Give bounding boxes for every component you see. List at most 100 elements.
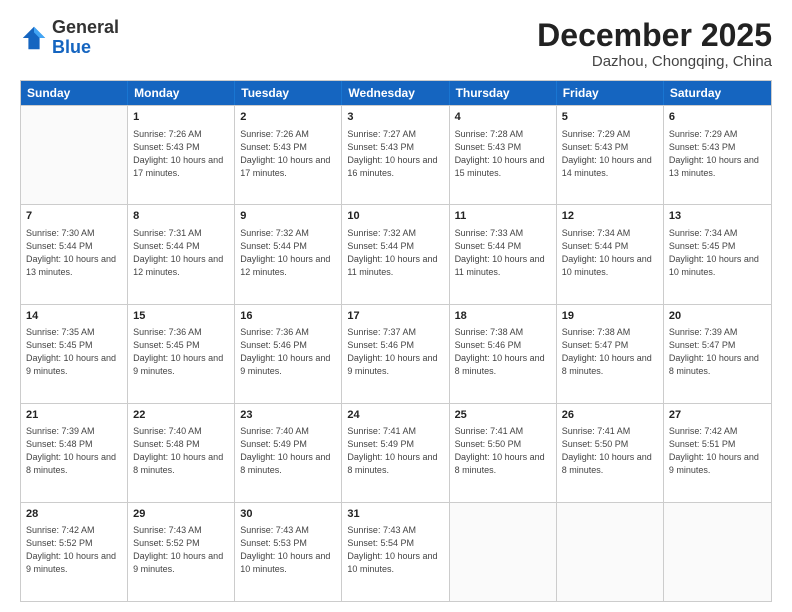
calendar-cell: 9 Sunrise: 7:32 AMSunset: 5:44 PMDaylight… xyxy=(235,205,342,303)
day-info: Sunrise: 7:39 AMSunset: 5:47 PMDaylight:… xyxy=(669,326,766,378)
day-info: Sunrise: 7:37 AMSunset: 5:46 PMDaylight:… xyxy=(347,326,443,378)
calendar-cell: 27 Sunrise: 7:42 AMSunset: 5:51 PMDayligh… xyxy=(664,404,771,502)
calendar-cell: 26 Sunrise: 7:41 AMSunset: 5:50 PMDayligh… xyxy=(557,404,664,502)
day-info: Sunrise: 7:36 AMSunset: 5:45 PMDaylight:… xyxy=(133,326,229,378)
calendar-row: 28 Sunrise: 7:42 AMSunset: 5:52 PMDayligh… xyxy=(21,502,771,601)
day-info: Sunrise: 7:38 AMSunset: 5:46 PMDaylight:… xyxy=(455,326,551,378)
title-block: December 2025 Dazhou, Chongqing, China xyxy=(537,18,772,70)
day-number: 11 xyxy=(455,209,551,224)
calendar-cell: 31 Sunrise: 7:43 AMSunset: 5:54 PMDayligh… xyxy=(342,503,449,601)
calendar-cell: 14 Sunrise: 7:35 AMSunset: 5:45 PMDayligh… xyxy=(21,305,128,403)
day-info: Sunrise: 7:34 AMSunset: 5:45 PMDaylight:… xyxy=(669,227,766,279)
day-number: 26 xyxy=(562,408,658,423)
calendar: SundayMondayTuesdayWednesdayThursdayFrid… xyxy=(20,80,772,602)
day-number: 23 xyxy=(240,408,336,423)
day-info: Sunrise: 7:40 AMSunset: 5:49 PMDaylight:… xyxy=(240,425,336,477)
calendar-cell: 5 Sunrise: 7:29 AMSunset: 5:43 PMDaylight… xyxy=(557,106,664,204)
calendar-cell xyxy=(21,106,128,204)
calendar-row: 14 Sunrise: 7:35 AMSunset: 5:45 PMDayligh… xyxy=(21,304,771,403)
day-number: 13 xyxy=(669,209,766,224)
day-number: 1 xyxy=(133,110,229,125)
day-info: Sunrise: 7:42 AMSunset: 5:51 PMDaylight:… xyxy=(669,425,766,477)
calendar-cell: 22 Sunrise: 7:40 AMSunset: 5:48 PMDayligh… xyxy=(128,404,235,502)
day-info: Sunrise: 7:43 AMSunset: 5:53 PMDaylight:… xyxy=(240,524,336,576)
day-info: Sunrise: 7:42 AMSunset: 5:52 PMDaylight:… xyxy=(26,524,122,576)
logo: General Blue xyxy=(20,18,119,58)
day-info: Sunrise: 7:43 AMSunset: 5:52 PMDaylight:… xyxy=(133,524,229,576)
day-number: 9 xyxy=(240,209,336,224)
day-number: 17 xyxy=(347,309,443,324)
day-number: 21 xyxy=(26,408,122,423)
location: Dazhou, Chongqing, China xyxy=(537,53,772,70)
calendar-cell xyxy=(557,503,664,601)
calendar-cell: 25 Sunrise: 7:41 AMSunset: 5:50 PMDayligh… xyxy=(450,404,557,502)
day-number: 6 xyxy=(669,110,766,125)
day-number: 5 xyxy=(562,110,658,125)
calendar-cell: 19Sunrise: 7:38 AMSunset: 5:47 PMDayligh… xyxy=(557,305,664,403)
day-number: 15 xyxy=(133,309,229,324)
day-info: Sunrise: 7:36 AMSunset: 5:46 PMDaylight:… xyxy=(240,326,336,378)
day-info: Sunrise: 7:34 AMSunset: 5:44 PMDaylight:… xyxy=(562,227,658,279)
day-info: Sunrise: 7:29 AMSunset: 5:43 PMDaylight:… xyxy=(562,128,658,180)
calendar-row: 7 Sunrise: 7:30 AMSunset: 5:44 PMDaylight… xyxy=(21,204,771,303)
calendar-cell: 16Sunrise: 7:36 AMSunset: 5:46 PMDayligh… xyxy=(235,305,342,403)
day-info: Sunrise: 7:28 AMSunset: 5:43 PMDaylight:… xyxy=(455,128,551,180)
day-info: Sunrise: 7:40 AMSunset: 5:48 PMDaylight:… xyxy=(133,425,229,477)
weekday-header: Sunday xyxy=(21,81,128,105)
calendar-cell: 6 Sunrise: 7:29 AMSunset: 5:43 PMDaylight… xyxy=(664,106,771,204)
weekday-header: Thursday xyxy=(450,81,557,105)
day-number: 10 xyxy=(347,209,443,224)
calendar-cell: 7 Sunrise: 7:30 AMSunset: 5:44 PMDaylight… xyxy=(21,205,128,303)
day-number: 28 xyxy=(26,507,122,522)
day-info: Sunrise: 7:32 AMSunset: 5:44 PMDaylight:… xyxy=(240,227,336,279)
day-number: 18 xyxy=(455,309,551,324)
calendar-cell: 24 Sunrise: 7:41 AMSunset: 5:49 PMDayligh… xyxy=(342,404,449,502)
day-info: Sunrise: 7:30 AMSunset: 5:44 PMDaylight:… xyxy=(26,227,122,279)
day-info: Sunrise: 7:35 AMSunset: 5:45 PMDaylight:… xyxy=(26,326,122,378)
calendar-cell: 13 Sunrise: 7:34 AMSunset: 5:45 PMDayligh… xyxy=(664,205,771,303)
day-number: 7 xyxy=(26,209,122,224)
calendar-row: 21Sunrise: 7:39 AMSunset: 5:48 PMDayligh… xyxy=(21,403,771,502)
day-number: 20 xyxy=(669,309,766,324)
day-info: Sunrise: 7:43 AMSunset: 5:54 PMDaylight:… xyxy=(347,524,443,576)
day-info: Sunrise: 7:26 AMSunset: 5:43 PMDaylight:… xyxy=(240,128,336,180)
day-number: 14 xyxy=(26,309,122,324)
calendar-cell: 21Sunrise: 7:39 AMSunset: 5:48 PMDayligh… xyxy=(21,404,128,502)
calendar-cell: 28 Sunrise: 7:42 AMSunset: 5:52 PMDayligh… xyxy=(21,503,128,601)
day-info: Sunrise: 7:41 AMSunset: 5:50 PMDaylight:… xyxy=(562,425,658,477)
calendar-cell xyxy=(450,503,557,601)
logo-general: General xyxy=(52,17,119,37)
day-info: Sunrise: 7:41 AMSunset: 5:50 PMDaylight:… xyxy=(455,425,551,477)
day-info: Sunrise: 7:29 AMSunset: 5:43 PMDaylight:… xyxy=(669,128,766,180)
weekday-header: Wednesday xyxy=(342,81,449,105)
day-number: 31 xyxy=(347,507,443,522)
header: General Blue December 2025 Dazhou, Chong… xyxy=(20,18,772,70)
calendar-cell: 23 Sunrise: 7:40 AMSunset: 5:49 PMDayligh… xyxy=(235,404,342,502)
day-info: Sunrise: 7:32 AMSunset: 5:44 PMDaylight:… xyxy=(347,227,443,279)
calendar-cell: 8 Sunrise: 7:31 AMSunset: 5:44 PMDaylight… xyxy=(128,205,235,303)
day-number: 22 xyxy=(133,408,229,423)
day-number: 4 xyxy=(455,110,551,125)
day-number: 8 xyxy=(133,209,229,224)
calendar-cell: 10 Sunrise: 7:32 AMSunset: 5:44 PMDayligh… xyxy=(342,205,449,303)
day-number: 24 xyxy=(347,408,443,423)
calendar-cell: 20 Sunrise: 7:39 AMSunset: 5:47 PMDayligh… xyxy=(664,305,771,403)
day-info: Sunrise: 7:41 AMSunset: 5:49 PMDaylight:… xyxy=(347,425,443,477)
calendar-cell: 4 Sunrise: 7:28 AMSunset: 5:43 PMDaylight… xyxy=(450,106,557,204)
day-info: Sunrise: 7:38 AMSunset: 5:47 PMDaylight:… xyxy=(562,326,658,378)
weekday-header: Monday xyxy=(128,81,235,105)
day-info: Sunrise: 7:27 AMSunset: 5:43 PMDaylight:… xyxy=(347,128,443,180)
day-info: Sunrise: 7:31 AMSunset: 5:44 PMDaylight:… xyxy=(133,227,229,279)
calendar-cell: 12 Sunrise: 7:34 AMSunset: 5:44 PMDayligh… xyxy=(557,205,664,303)
day-number: 27 xyxy=(669,408,766,423)
day-number: 25 xyxy=(455,408,551,423)
calendar-cell: 29Sunrise: 7:43 AMSunset: 5:52 PMDayligh… xyxy=(128,503,235,601)
calendar-cell: 3 Sunrise: 7:27 AMSunset: 5:43 PMDaylight… xyxy=(342,106,449,204)
calendar-cell: 30Sunrise: 7:43 AMSunset: 5:53 PMDayligh… xyxy=(235,503,342,601)
weekday-header: Saturday xyxy=(664,81,771,105)
calendar-cell: 15 Sunrise: 7:36 AMSunset: 5:45 PMDayligh… xyxy=(128,305,235,403)
day-number: 12 xyxy=(562,209,658,224)
calendar-cell: 18 Sunrise: 7:38 AMSunset: 5:46 PMDayligh… xyxy=(450,305,557,403)
day-number: 3 xyxy=(347,110,443,125)
logo-text: General Blue xyxy=(52,18,119,58)
